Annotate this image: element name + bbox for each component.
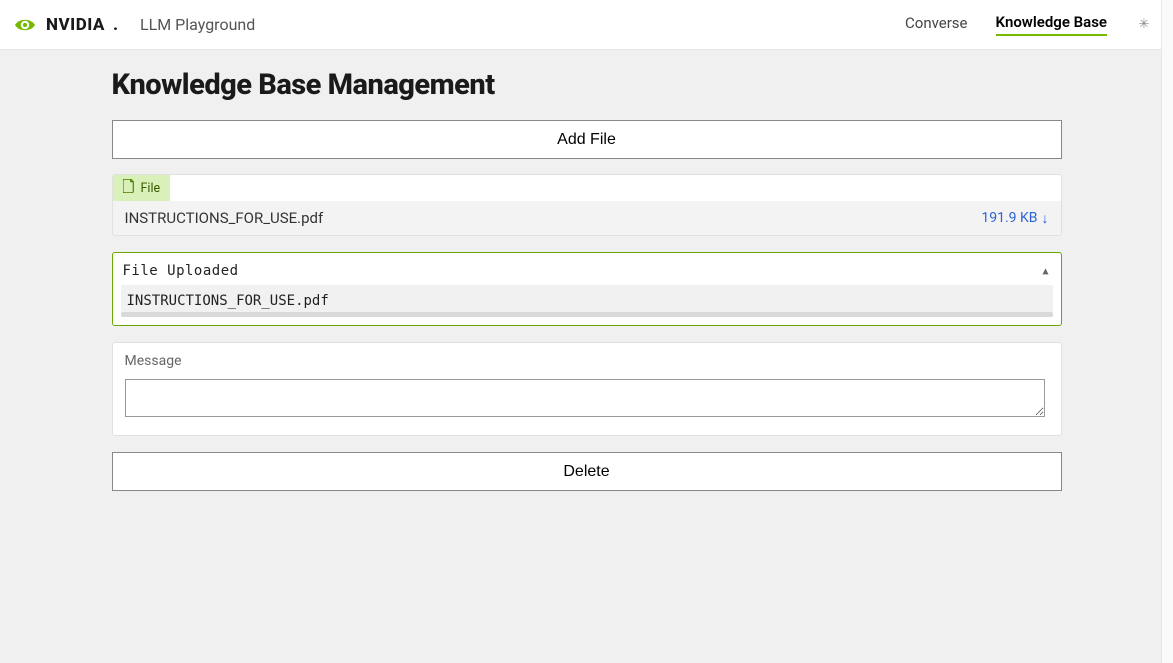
- message-label: Message: [125, 353, 1049, 369]
- brand-dot: .: [113, 15, 118, 35]
- file-card: File INSTRUCTIONS_FOR_USE.pdf 191.9 KB ↓: [112, 174, 1062, 236]
- status-heading-row: File Uploaded ▲: [113, 253, 1061, 285]
- caret-up-icon: ▲: [1042, 266, 1048, 277]
- theme-toggle-button[interactable]: ✳: [1135, 16, 1153, 34]
- upload-status-panel: File Uploaded ▲ INSTRUCTIONS_FOR_USE.pdf: [112, 252, 1062, 326]
- file-icon: [123, 179, 135, 197]
- brand-word: NVIDIA: [46, 15, 105, 35]
- file-row: INSTRUCTIONS_FOR_USE.pdf 191.9 KB ↓: [113, 201, 1061, 235]
- vertical-scrollbar[interactable]: [1161, 0, 1173, 663]
- file-size: 191.9 KB: [981, 210, 1037, 226]
- app-header: NVIDIA. LLM Playground Converse Knowledg…: [0, 0, 1173, 50]
- message-input[interactable]: [125, 379, 1045, 417]
- download-button[interactable]: ↓: [1042, 210, 1049, 227]
- status-heading: File Uploaded: [123, 263, 1043, 279]
- delete-button[interactable]: Delete: [112, 452, 1062, 491]
- message-card: Message: [112, 342, 1062, 436]
- main-content: Knowledge Base Management Add File File …: [112, 50, 1062, 491]
- file-card-header: File: [113, 175, 1061, 201]
- file-name: INSTRUCTIONS_FOR_USE.pdf: [125, 209, 982, 227]
- status-body: INSTRUCTIONS_FOR_USE.pdf: [121, 285, 1053, 317]
- app-title: LLM Playground: [140, 15, 255, 34]
- download-arrow-icon: ↓: [1042, 211, 1049, 227]
- nav-link-knowledge-base[interactable]: Knowledge Base: [996, 13, 1107, 36]
- header-nav: Converse Knowledge Base ✳: [905, 13, 1153, 36]
- brand-block: NVIDIA. LLM Playground: [14, 15, 255, 35]
- sun-icon: ✳: [1139, 17, 1150, 32]
- nav-link-converse[interactable]: Converse: [905, 14, 968, 35]
- add-file-button[interactable]: Add File: [112, 120, 1062, 159]
- page-title: Knowledge Base Management: [112, 68, 1062, 102]
- nvidia-eye-logo: [14, 17, 36, 33]
- status-body-text: INSTRUCTIONS_FOR_USE.pdf: [127, 293, 329, 309]
- collapse-toggle[interactable]: ▲: [1042, 266, 1048, 277]
- file-chip-label: File: [141, 181, 161, 196]
- file-type-chip: File: [113, 175, 171, 201]
